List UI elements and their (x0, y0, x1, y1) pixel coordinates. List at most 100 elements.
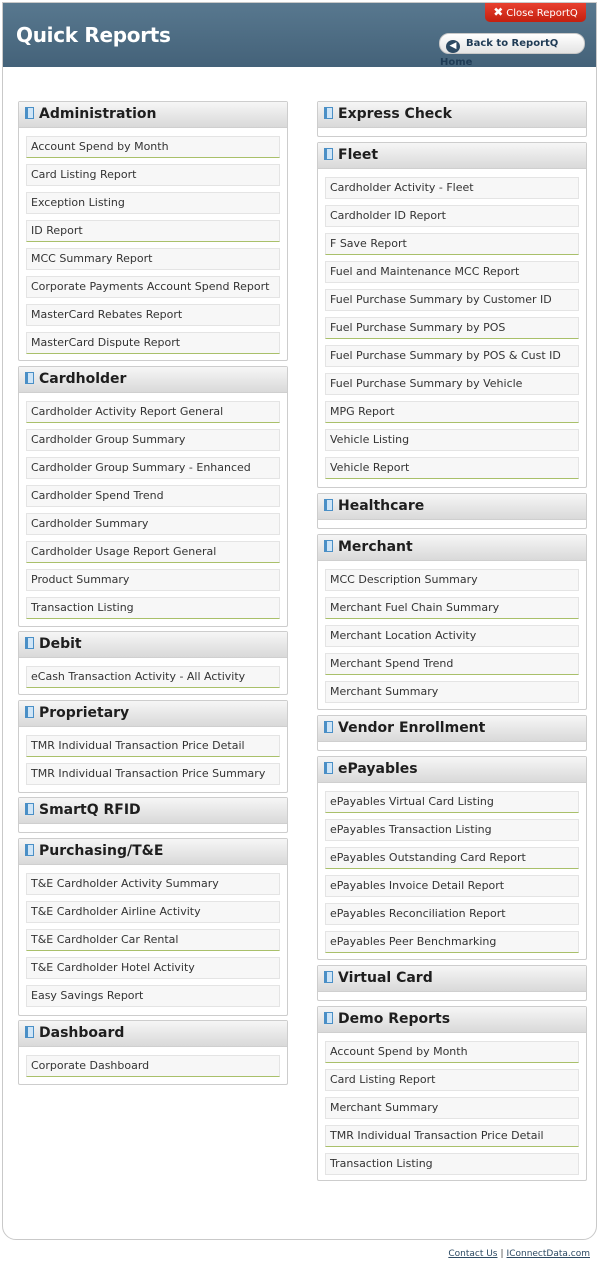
panel-epayables: ePayables ePayables Virtual Card Listing e… (317, 756, 587, 960)
panel-header-dashboard[interactable]: Dashboard (19, 1021, 287, 1047)
panel-title: SmartQ RFID (39, 802, 141, 818)
panel-demo-reports: Demo Reports Account Spend by Month Card L… (317, 1006, 587, 1181)
panel-fleet: Fleet Cardholder Activity - Fleet Cardhold… (317, 142, 587, 488)
report-link[interactable]: ePayables Invoice Detail Report (325, 875, 579, 897)
panel-express-check: Express Check (317, 101, 587, 137)
report-link[interactable]: Product Summary (26, 569, 280, 591)
report-link[interactable]: ID Report (26, 220, 280, 242)
report-link[interactable]: Cardholder Usage Report General (26, 541, 280, 563)
panel-title: Proprietary (39, 705, 130, 721)
report-link[interactable]: eCash Transaction Activity - All Activit… (26, 666, 280, 688)
panel-title: Demo Reports (338, 1011, 451, 1027)
panel-merchant: Merchant MCC Description Summary Merchant … (317, 534, 587, 710)
report-link[interactable]: Easy Savings Report (26, 985, 280, 1007)
document-icon (25, 803, 34, 815)
panel-virtual-card: Virtual Card (317, 965, 587, 1001)
report-link[interactable]: Merchant Summary (325, 681, 579, 703)
report-link[interactable]: Corporate Payments Account Spend Report (26, 276, 280, 298)
report-link[interactable]: Fuel Purchase Summary by POS (325, 317, 579, 339)
report-link[interactable]: F Save Report (325, 233, 579, 255)
report-link[interactable]: Vehicle Listing (325, 429, 579, 451)
report-link[interactable]: MPG Report (325, 401, 579, 423)
document-icon (25, 107, 34, 119)
report-link[interactable]: Fuel Purchase Summary by Customer ID (325, 289, 579, 311)
arrow-left-icon: ◀ (446, 40, 460, 53)
report-link[interactable]: ePayables Transaction Listing (325, 819, 579, 841)
panel-healthcare: Healthcare (317, 493, 587, 529)
panel-title: Fleet (338, 147, 379, 163)
report-link[interactable]: Cardholder Activity - Fleet (325, 177, 579, 199)
report-link[interactable]: Account Spend by Month (325, 1041, 579, 1063)
document-icon (324, 721, 333, 733)
report-link[interactable]: Exception Listing (26, 192, 280, 214)
report-link[interactable]: T&E Cardholder Airline Activity (26, 901, 280, 923)
panel-title: Express Check (338, 106, 452, 122)
panel-header-express-check[interactable]: Express Check (318, 102, 586, 128)
panel-header-cardholder[interactable]: Cardholder (19, 367, 287, 393)
page-title: Quick Reports (16, 23, 171, 47)
panel-header-vendor-enrollment[interactable]: Vendor Enrollment (318, 716, 586, 742)
close-reportq-label: Close ReportQ (506, 8, 578, 19)
report-link[interactable]: MCC Summary Report (26, 248, 280, 270)
contact-us-link[interactable]: Contact Us (448, 1249, 497, 1259)
header-bar: Quick Reports ✖ Close ReportQ ◀ Back to Re… (3, 3, 596, 68)
report-link[interactable]: Cardholder Activity Report General (26, 401, 280, 423)
report-link[interactable]: MCC Description Summary (325, 569, 579, 591)
report-link[interactable]: Merchant Summary (325, 1097, 579, 1119)
report-link[interactable]: Card Listing Report (26, 164, 280, 186)
report-link[interactable]: Cardholder Group Summary - Enhanced (26, 457, 280, 479)
report-link[interactable]: TMR Individual Transaction Price Summary (26, 763, 280, 785)
report-link[interactable]: MasterCard Dispute Report (26, 332, 280, 354)
report-link[interactable]: Cardholder Spend Trend (26, 485, 280, 507)
panel-smartq-rfid: SmartQ RFID (18, 797, 288, 833)
report-link[interactable]: ePayables Outstanding Card Report (325, 847, 579, 869)
report-window: Quick Reports ✖ Close ReportQ ◀ Back to Re… (2, 2, 597, 1240)
close-reportq-button[interactable]: ✖ Close ReportQ (485, 3, 586, 22)
report-link[interactable]: T&E Cardholder Car Rental (26, 929, 280, 951)
report-link[interactable]: Cardholder Summary (26, 513, 280, 535)
back-to-home-button[interactable]: ◀ Back to ReportQ Home (439, 33, 585, 68)
report-link[interactable]: T&E Cardholder Hotel Activity (26, 957, 280, 979)
document-icon (324, 148, 333, 160)
panel-header-epayables[interactable]: ePayables (318, 757, 586, 783)
report-link[interactable]: Merchant Fuel Chain Summary (325, 597, 579, 619)
panel-title: Merchant (338, 539, 413, 555)
panel-header-smartq-rfid[interactable]: SmartQ RFID (19, 798, 287, 824)
footer: Contact Us | IConnectData.com (448, 1249, 590, 1259)
panel-header-proprietary[interactable]: Proprietary (19, 701, 287, 727)
report-link[interactable]: Cardholder ID Report (325, 205, 579, 227)
panel-header-demo-reports[interactable]: Demo Reports (318, 1007, 586, 1033)
report-link[interactable]: TMR Individual Transaction Price Detail (325, 1125, 579, 1147)
report-link[interactable]: Fuel and Maintenance MCC Report (325, 261, 579, 283)
document-icon (324, 971, 333, 983)
panel-title: Dashboard (39, 1025, 125, 1041)
report-link[interactable]: T&E Cardholder Activity Summary (26, 873, 280, 895)
report-link[interactable]: Cardholder Group Summary (26, 429, 280, 451)
report-link[interactable]: Transaction Listing (325, 1153, 579, 1175)
iconnectdata-link[interactable]: IConnectData.com (507, 1249, 590, 1259)
panel-header-debit[interactable]: Debit (19, 632, 287, 658)
report-link[interactable]: Corporate Dashboard (26, 1055, 280, 1077)
report-link[interactable]: MasterCard Rebates Report (26, 304, 280, 326)
panel-header-healthcare[interactable]: Healthcare (318, 494, 586, 520)
report-link[interactable]: Merchant Spend Trend (325, 653, 579, 675)
report-link[interactable]: Fuel Purchase Summary by Vehicle (325, 373, 579, 395)
panel-header-virtual-card[interactable]: Virtual Card (318, 966, 586, 992)
report-link[interactable]: Card Listing Report (325, 1069, 579, 1091)
panel-header-purchasing-t-e[interactable]: Purchasing/T&E (19, 839, 287, 865)
panel-header-fleet[interactable]: Fleet (318, 143, 586, 169)
document-icon (324, 1012, 333, 1024)
report-link[interactable]: Fuel Purchase Summary by POS & Cust ID (325, 345, 579, 367)
report-link[interactable]: ePayables Virtual Card Listing (325, 791, 579, 813)
report-link[interactable]: ePayables Reconciliation Report (325, 903, 579, 925)
panel-cardholder: Cardholder Cardholder Activity Report Gen… (18, 366, 288, 627)
report-link[interactable]: Account Spend by Month (26, 136, 280, 158)
report-link[interactable]: Transaction Listing (26, 597, 280, 619)
report-link[interactable]: ePayables Peer Benchmarking (325, 931, 579, 953)
report-link[interactable]: Vehicle Report (325, 457, 579, 479)
panel-title: Cardholder (39, 371, 127, 387)
report-link[interactable]: TMR Individual Transaction Price Detail (26, 735, 280, 757)
report-link[interactable]: Merchant Location Activity (325, 625, 579, 647)
panel-header-merchant[interactable]: Merchant (318, 535, 586, 561)
panel-header-administration[interactable]: Administration (19, 102, 287, 128)
